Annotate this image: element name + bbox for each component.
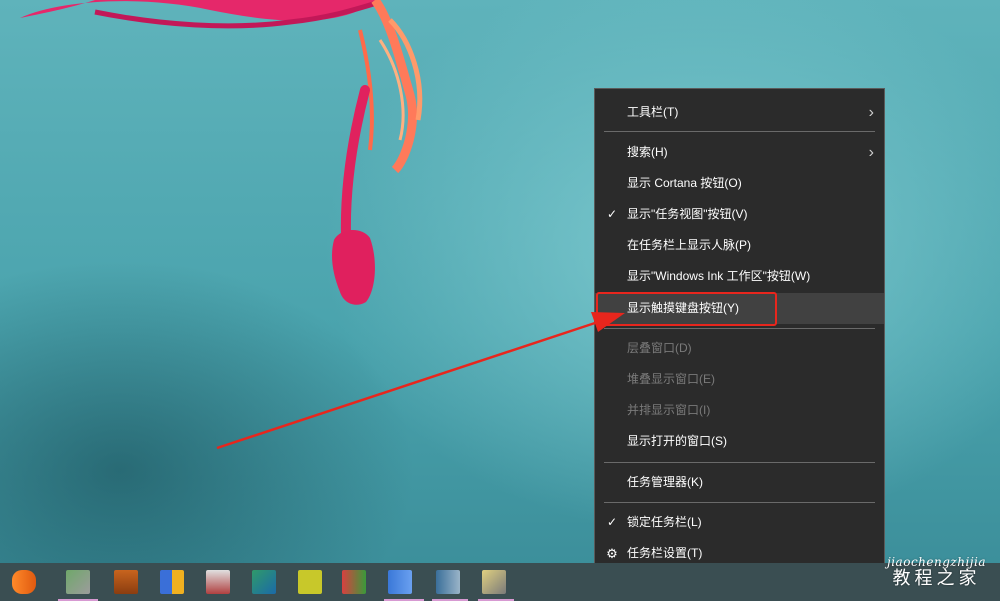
taskbar[interactable] <box>0 563 1000 601</box>
watermark: jiaochengzhijia 教程之家 <box>887 555 986 590</box>
app-icon[interactable] <box>12 570 36 594</box>
app-icon[interactable] <box>482 570 506 594</box>
watermark-text: 教程之家 <box>892 568 981 590</box>
app-icon[interactable] <box>114 570 138 594</box>
app-icon[interactable] <box>66 570 90 594</box>
annotation-arrow <box>216 312 625 450</box>
app-icon[interactable] <box>298 570 322 594</box>
app-icon[interactable] <box>206 570 230 594</box>
app-icon[interactable] <box>388 570 412 594</box>
app-icon[interactable] <box>160 570 184 594</box>
app-icon[interactable] <box>252 570 276 594</box>
app-icon[interactable] <box>342 570 366 594</box>
app-icon[interactable] <box>436 570 460 594</box>
